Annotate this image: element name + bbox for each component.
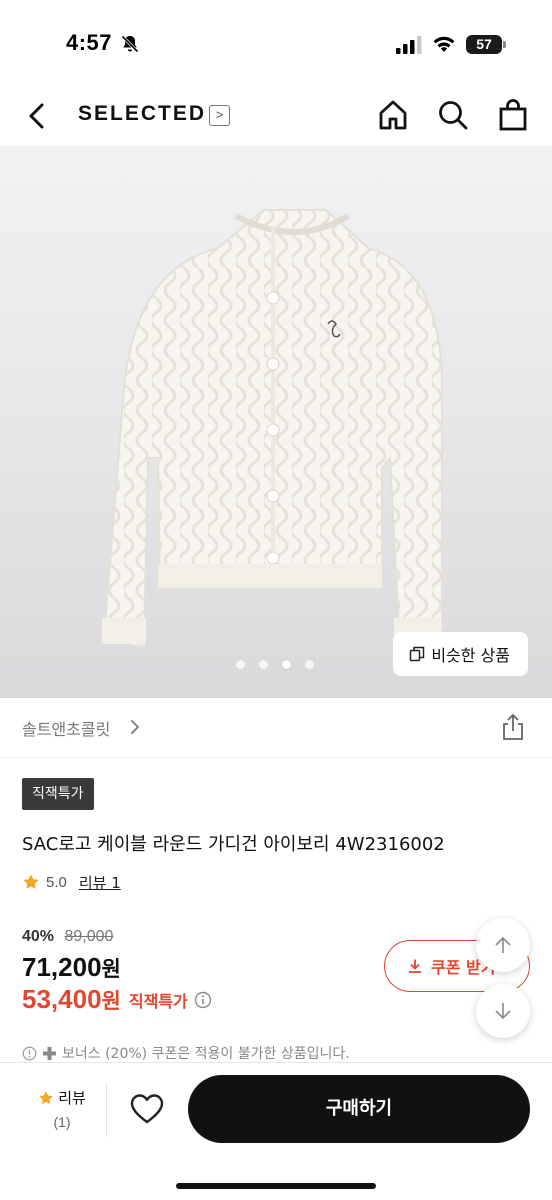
scroll-down-button[interactable]	[476, 984, 530, 1038]
scroll-up-button[interactable]	[476, 918, 530, 972]
brand-link-chevron[interactable]: >	[209, 105, 230, 126]
carousel-dot[interactable]	[236, 660, 245, 669]
shopping-bag-icon[interactable]	[496, 98, 530, 132]
status-time: 4:57	[66, 30, 113, 55]
special-price-row: 53,400원 직잭특가	[22, 984, 212, 1015]
carousel-dot-active[interactable]	[282, 660, 291, 669]
special-price-label: 직잭특가	[128, 991, 188, 1011]
chevron-right-icon[interactable]	[128, 718, 142, 736]
product-title: SAC로고 케이블 라운드 가디건 아이보리 4W2316002	[22, 834, 445, 855]
heart-icon[interactable]	[130, 1093, 164, 1125]
back-arrow-icon[interactable]	[24, 100, 52, 132]
home-indicator	[176, 1183, 376, 1189]
review-label: 리뷰	[58, 1089, 86, 1107]
bottom-action-bar: 리뷰 (1) 구매하기	[0, 1062, 552, 1200]
search-icon[interactable]	[436, 98, 470, 132]
currency-unit: 원	[101, 989, 121, 1013]
top-nav: SELECTED >	[0, 88, 552, 146]
discount-rate: 40%	[22, 928, 55, 945]
plus-icon	[43, 1046, 56, 1060]
store-name-link[interactable]: 솔트앤초콜릿	[22, 716, 110, 740]
discount-row: 40% 89,000	[22, 928, 113, 946]
rating-row: 5.0 리뷰 1	[22, 871, 121, 893]
bell-off-icon	[121, 35, 139, 53]
currency-unit: 원	[101, 957, 121, 981]
wifi-icon	[433, 36, 455, 52]
carousel-dot[interactable]	[305, 660, 314, 669]
special-price-value: 53,400	[22, 984, 102, 1014]
brand-name[interactable]: SELECTED	[78, 102, 206, 126]
bonus-coupon-note: 보너스 (20%) 쿠폰은 적용이 불가한 상품입니다.	[22, 1043, 350, 1063]
store-row: 솔트앤초콜릿	[0, 698, 552, 758]
sale-price-value: 71,200	[22, 952, 102, 982]
status-bar: 4:57 57	[0, 0, 552, 88]
review-count-link[interactable]: 리뷰 1	[79, 872, 121, 893]
copy-icon	[410, 646, 425, 662]
arrow-down-icon	[495, 1003, 511, 1020]
carousel-dot[interactable]	[259, 660, 268, 669]
original-price: 89,000	[64, 928, 114, 945]
info-icon[interactable]	[194, 991, 212, 1009]
info-outline-icon	[22, 1046, 37, 1060]
sale-price: 71,200원	[22, 952, 121, 983]
similar-products-label: 비슷한 상품	[431, 646, 510, 665]
star-icon	[39, 1090, 53, 1104]
divider	[106, 1083, 107, 1137]
review-label-row: 리뷰	[22, 1087, 102, 1108]
product-image-carousel[interactable]: 비슷한 상품	[0, 146, 552, 698]
bonus-coupon-text: 보너스 (20%) 쿠폰은 적용이 불가한 상품입니다.	[62, 1046, 350, 1062]
rating-value: 5.0	[46, 873, 67, 891]
special-price: 53,400원	[22, 984, 121, 1015]
star-icon	[23, 874, 39, 889]
review-count: (1)	[53, 1114, 71, 1130]
cellular-signal-icon	[396, 36, 422, 54]
share-icon[interactable]	[500, 712, 526, 742]
similar-products-button[interactable]: 비슷한 상품	[393, 632, 528, 676]
home-icon[interactable]	[376, 98, 410, 132]
download-icon	[409, 959, 421, 973]
carousel-page-dots	[236, 656, 328, 669]
buy-button[interactable]: 구매하기	[188, 1075, 530, 1143]
battery-indicator: 57	[466, 35, 506, 54]
special-deal-badge: 직잭특가	[22, 778, 94, 810]
arrow-up-icon	[495, 936, 511, 953]
product-image	[102, 209, 443, 648]
review-summary-button[interactable]: 리뷰 (1)	[22, 1087, 102, 1130]
